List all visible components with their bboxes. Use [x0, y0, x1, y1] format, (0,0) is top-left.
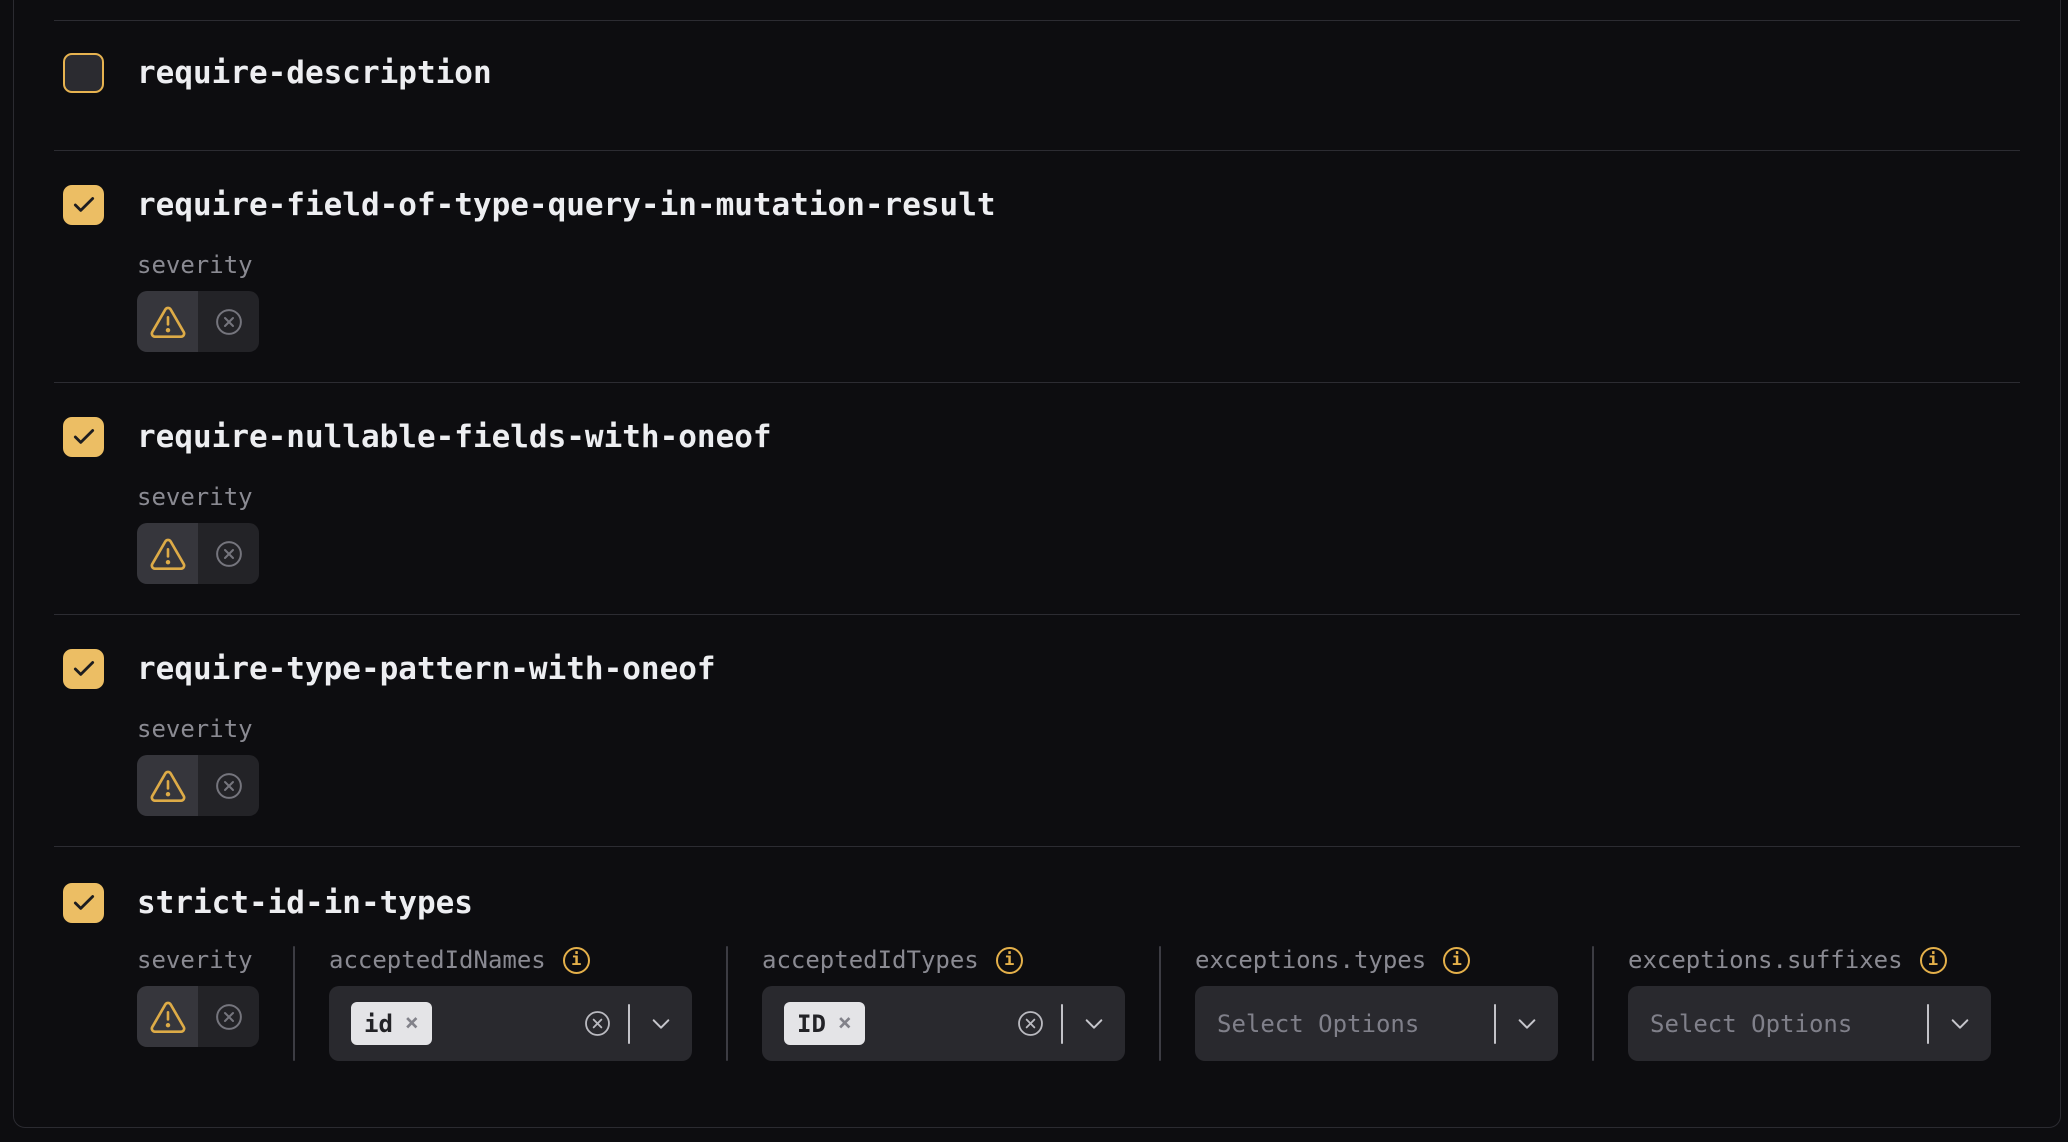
select-divider — [1061, 1004, 1063, 1044]
rule-name: strict-id-in-types — [137, 883, 473, 923]
tag-label: ID — [797, 1010, 826, 1038]
rule-name: require-nullable-fields-with-oneof — [137, 417, 772, 457]
severity-field: severity — [137, 946, 259, 1061]
rule-name: require-type-pattern-with-oneof — [137, 649, 716, 689]
severity-off-button[interactable] — [198, 523, 259, 584]
severity-warn-button[interactable] — [137, 986, 198, 1047]
rule-name: require-field-of-type-query-in-mutation-… — [137, 185, 996, 225]
severity-off-button[interactable] — [198, 291, 259, 352]
rule-row-require-type-pattern-with-oneof: require-type-pattern-with-oneof severity — [54, 614, 2020, 846]
option-label: exceptions.suffixes — [1628, 946, 1903, 974]
severity-warn-button[interactable] — [137, 755, 198, 816]
acceptedIdNames-multiselect[interactable]: id × — [329, 986, 692, 1061]
off-icon — [214, 771, 244, 801]
option-field-exceptions-types: exceptions.types i Select Options — [1195, 946, 1558, 1061]
selected-tag: ID × — [784, 1002, 865, 1045]
rule-checkbox[interactable] — [63, 185, 104, 225]
rule-row-require-nullable-fields-with-oneof: require-nullable-fields-with-oneof sever… — [54, 382, 2020, 614]
option-label: exceptions.types — [1195, 946, 1426, 974]
severity-off-button[interactable] — [198, 986, 259, 1047]
check-icon — [71, 656, 97, 682]
column-divider — [1159, 946, 1161, 1061]
exceptions-suffixes-multiselect[interactable]: Select Options — [1628, 986, 1991, 1061]
rule-checkbox[interactable] — [63, 883, 104, 923]
severity-field: severity — [137, 715, 2020, 846]
off-icon — [214, 539, 244, 569]
rule-checkbox[interactable] — [63, 417, 104, 457]
open-dropdown-button[interactable] — [1083, 1017, 1105, 1031]
acceptedIdTypes-multiselect[interactable]: ID × — [762, 986, 1125, 1061]
warning-icon — [149, 537, 187, 571]
rule-row-strict-id-in-types: strict-id-in-types severity — [54, 846, 2020, 1132]
tag-label: id — [364, 1010, 393, 1038]
severity-field: severity — [137, 483, 2020, 614]
column-divider — [726, 946, 728, 1061]
rule-checkbox[interactable] — [63, 649, 104, 689]
exceptions-types-multiselect[interactable]: Select Options — [1195, 986, 1558, 1061]
info-icon[interactable]: i — [996, 947, 1023, 974]
warning-icon — [149, 769, 187, 803]
severity-toggle — [137, 291, 259, 352]
chevron-down-icon — [650, 1017, 672, 1031]
rules-list: require-description require-field-of-typ… — [54, 0, 2020, 1132]
open-dropdown-button[interactable] — [1949, 1017, 1971, 1031]
check-icon — [71, 192, 97, 218]
severity-label: severity — [137, 483, 2020, 511]
chevron-down-icon — [1949, 1017, 1971, 1031]
off-icon — [214, 307, 244, 337]
column-divider — [1592, 946, 1594, 1061]
select-divider — [1927, 1004, 1929, 1044]
info-icon[interactable]: i — [1920, 947, 1947, 974]
option-label: acceptedIdNames — [329, 946, 546, 974]
option-field-acceptedIdNames: acceptedIdNames i id × — [329, 946, 692, 1061]
selected-tag: id × — [351, 1002, 432, 1045]
clear-icon — [583, 1009, 612, 1038]
warning-icon — [149, 1000, 187, 1034]
open-dropdown-button[interactable] — [650, 1017, 672, 1031]
column-divider — [293, 946, 295, 1061]
clear-icon — [1016, 1009, 1045, 1038]
check-icon — [71, 890, 97, 916]
rule-options-row: severity acceptedIdNames — [137, 946, 2020, 1132]
check-icon — [71, 424, 97, 450]
info-icon[interactable]: i — [1443, 947, 1470, 974]
severity-label: severity — [137, 251, 2020, 279]
rule-row-require-field-of-type-query-in-mutation-result: require-field-of-type-query-in-mutation-… — [54, 150, 2020, 382]
severity-label: severity — [137, 946, 253, 974]
tag-remove-icon[interactable]: × — [838, 1012, 852, 1035]
severity-toggle — [137, 523, 259, 584]
clear-all-button[interactable] — [1016, 1009, 1045, 1038]
select-divider — [1494, 1004, 1496, 1044]
info-icon[interactable]: i — [563, 947, 590, 974]
option-field-acceptedIdTypes: acceptedIdTypes i ID × — [762, 946, 1125, 1061]
severity-toggle — [137, 755, 259, 816]
severity-off-button[interactable] — [198, 755, 259, 816]
rule-checkbox[interactable] — [63, 53, 104, 93]
severity-label: severity — [137, 715, 2020, 743]
warning-icon — [149, 305, 187, 339]
clear-all-button[interactable] — [583, 1009, 612, 1038]
chevron-down-icon — [1083, 1017, 1105, 1031]
severity-warn-button[interactable] — [137, 523, 198, 584]
severity-toggle — [137, 986, 259, 1047]
off-icon — [214, 1002, 244, 1032]
chevron-down-icon — [1516, 1017, 1538, 1031]
select-placeholder: Select Options — [1217, 1010, 1419, 1038]
severity-warn-button[interactable] — [137, 291, 198, 352]
severity-field: severity — [137, 251, 2020, 382]
rule-name: require-description — [137, 53, 492, 93]
select-divider — [628, 1004, 630, 1044]
option-field-exceptions-suffixes: exceptions.suffixes i Select Options — [1628, 946, 1991, 1061]
open-dropdown-button[interactable] — [1516, 1017, 1538, 1031]
option-label: acceptedIdTypes — [762, 946, 979, 974]
rules-panel: require-description require-field-of-typ… — [13, 0, 2061, 1128]
tag-remove-icon[interactable]: × — [405, 1012, 419, 1035]
rule-row-require-description: require-description — [54, 20, 2020, 150]
select-placeholder: Select Options — [1650, 1010, 1852, 1038]
